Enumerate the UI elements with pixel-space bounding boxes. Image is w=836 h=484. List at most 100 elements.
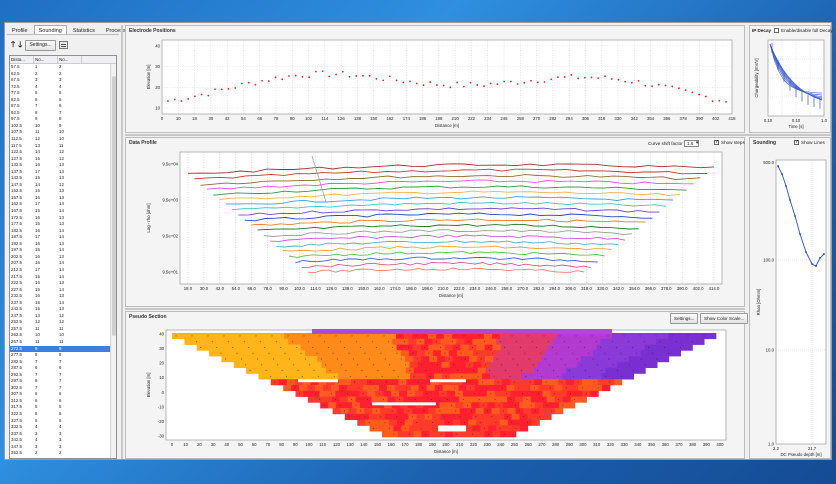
electrode-point[interactable] <box>503 80 506 83</box>
electrode-point[interactable] <box>200 93 203 96</box>
pseudo-cell[interactable] <box>451 396 460 403</box>
pseudo-cell[interactable] <box>396 344 405 351</box>
pseudo-cell[interactable] <box>507 408 516 415</box>
electrode-point[interactable] <box>704 95 707 98</box>
pseudo-cell[interactable] <box>542 390 551 397</box>
pseudo-cell[interactable] <box>672 350 681 357</box>
electrode-point[interactable] <box>476 84 479 86</box>
pseudo-cell[interactable] <box>467 396 476 403</box>
pseudo-cell[interactable] <box>374 379 383 386</box>
pseudo-cell[interactable] <box>652 344 661 351</box>
pseudo-cell[interactable] <box>511 413 520 420</box>
pseudo-cell[interactable] <box>377 361 386 368</box>
pseudo-cell[interactable] <box>508 344 517 351</box>
pseudo-cell[interactable] <box>236 344 245 351</box>
pseudo-cell[interactable] <box>339 396 348 403</box>
table-scrollbar[interactable] <box>110 64 116 458</box>
pseudo-cell[interactable] <box>397 367 407 374</box>
pseudo-cell[interactable] <box>648 338 657 345</box>
pseudo-cell[interactable] <box>566 402 576 409</box>
column-header-no1[interactable]: No... <box>34 56 58 63</box>
pseudo-cell[interactable] <box>397 431 406 438</box>
electrode-point[interactable] <box>725 100 727 103</box>
pseudo-cell[interactable] <box>466 373 475 380</box>
pseudo-cell[interactable] <box>597 356 606 363</box>
pseudo-cell[interactable] <box>589 367 598 374</box>
pseudo-cell[interactable] <box>252 344 261 351</box>
pseudo-cell[interactable] <box>629 356 638 363</box>
pseudo-cell[interactable] <box>576 350 586 357</box>
pseudo-cell[interactable] <box>645 356 654 363</box>
electrode-point[interactable] <box>328 75 331 78</box>
pseudo-cell[interactable] <box>462 390 472 397</box>
pseudo-cell[interactable] <box>264 338 273 345</box>
column-header-no2[interactable]: No... <box>58 56 82 63</box>
pseudo-cell[interactable] <box>604 344 613 351</box>
pseudo-cell[interactable] <box>204 344 213 351</box>
pseudo-cell[interactable] <box>419 396 428 403</box>
pseudo-cell[interactable] <box>229 356 238 363</box>
pseudo-cell[interactable] <box>483 396 492 403</box>
pseudo-cell[interactable] <box>277 356 286 363</box>
pseudo-cell[interactable] <box>345 361 354 368</box>
sounding-point[interactable] <box>811 263 813 265</box>
pseudo-cell[interactable] <box>490 385 499 392</box>
pseudo-cell[interactable] <box>442 385 451 392</box>
pseudo-cell[interactable] <box>244 333 253 340</box>
electrode-point[interactable] <box>294 74 297 77</box>
pseudo-cell[interactable] <box>349 367 359 374</box>
pseudo-cell[interactable] <box>676 333 685 340</box>
pseudo-cell[interactable] <box>486 379 495 386</box>
pseudo-cell[interactable] <box>636 344 645 351</box>
pseudo-cell[interactable] <box>570 385 579 392</box>
pseudo-cell[interactable] <box>585 361 594 368</box>
electrode-point[interactable] <box>267 80 270 82</box>
electrode-point[interactable] <box>193 95 196 98</box>
pseudo-cell[interactable] <box>448 350 458 357</box>
pseudo-cell[interactable] <box>390 379 399 386</box>
electrode-point[interactable] <box>637 79 640 82</box>
electrode-point[interactable] <box>281 78 284 81</box>
pseudo-cell[interactable] <box>534 379 543 386</box>
pseudo-cell[interactable] <box>434 373 443 380</box>
pseudo-cell[interactable] <box>464 413 473 420</box>
pseudo-cell[interactable] <box>502 379 511 386</box>
pseudo-cell[interactable] <box>544 350 554 357</box>
electrode-point[interactable] <box>247 81 250 84</box>
pseudo-cell[interactable] <box>437 356 446 363</box>
pseudo-cell[interactable] <box>545 373 555 380</box>
pseudo-cell[interactable] <box>319 390 328 397</box>
pseudo-cell[interactable] <box>510 390 519 397</box>
pseudo-cell[interactable] <box>421 356 430 363</box>
pseudo-cell[interactable] <box>439 402 448 409</box>
pseudo-cell[interactable] <box>283 385 292 392</box>
pseudo-cell[interactable] <box>494 390 504 397</box>
pseudo-cell[interactable] <box>416 413 425 420</box>
pseudo-cell[interactable] <box>424 338 433 345</box>
pseudo-cell[interactable] <box>443 408 452 415</box>
pseudo-cell[interactable] <box>425 361 434 368</box>
sidebar-splitter[interactable] <box>121 25 123 459</box>
pseudo-cell[interactable] <box>248 338 257 345</box>
pseudo-cell[interactable] <box>609 373 618 380</box>
electrode-point[interactable] <box>341 70 344 73</box>
pseudo-cell[interactable] <box>209 350 218 357</box>
sounding-point[interactable] <box>819 257 821 259</box>
pseudo-cell[interactable] <box>530 396 540 403</box>
pseudo-cell[interactable] <box>452 419 461 426</box>
electrode-point[interactable] <box>456 81 458 84</box>
electrode-point[interactable] <box>657 83 660 86</box>
pseudo-cell[interactable] <box>378 385 388 392</box>
tab-sounding[interactable]: Sounding <box>33 25 67 34</box>
pseudo-cell[interactable] <box>537 361 546 368</box>
pseudo-cell[interactable] <box>338 373 347 380</box>
pseudo-cell[interactable] <box>400 413 409 420</box>
pseudo-cell[interactable] <box>684 344 693 351</box>
pseudo-cell[interactable] <box>601 361 610 368</box>
pseudo-cell[interactable] <box>387 396 396 403</box>
pseudo-cell[interactable] <box>261 356 270 363</box>
pseudo-cell[interactable] <box>470 379 479 386</box>
pseudo-cell[interactable] <box>539 408 548 415</box>
pseudo-cell[interactable] <box>496 350 506 357</box>
pseudo-cell[interactable] <box>276 333 285 340</box>
